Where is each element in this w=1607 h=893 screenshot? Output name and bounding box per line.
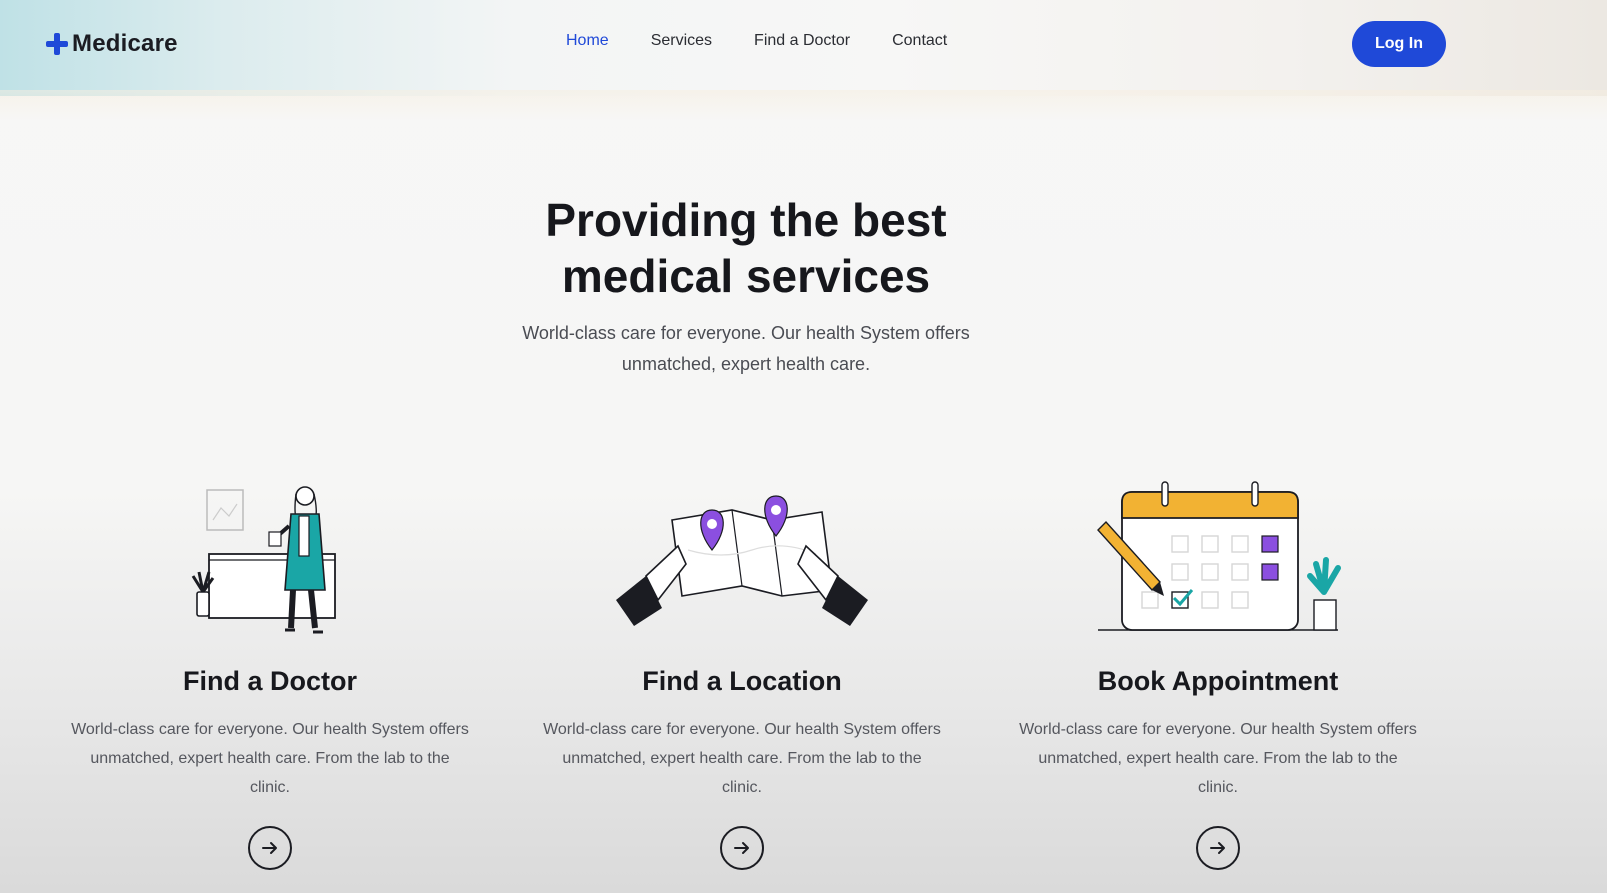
card-text: World-class care for everyone. Our healt… [1019,721,1417,796]
book-appointment-arrow-button[interactable] [1196,826,1240,870]
map-location-illustration [522,470,962,640]
card-find-a-location: Find a Location World-class care for eve… [522,470,962,870]
card-book-appointment: Book Appointment World-class care for ev… [998,470,1438,870]
arrow-right-icon [734,842,749,854]
card-text: World-class care for everyone. Our healt… [543,721,941,796]
calendar-appointment-illustration [998,470,1438,640]
medical-cross-icon [46,33,68,55]
card-title: Find a Doctor [183,666,357,696]
header-fade [0,90,1607,120]
card-text: World-class care for everyone. Our healt… [71,721,469,796]
nav-services[interactable]: Services [651,32,712,50]
hero-subtitle: World-class care for everyone. Our healt… [470,318,1022,380]
nav-contact[interactable]: Contact [892,32,947,50]
card-title: Find a Location [642,666,842,696]
main-nav: Home Services Find a Doctor Contact [566,32,947,50]
brand-name: Medicare [72,30,178,57]
arrow-right-icon [1210,842,1225,854]
card-title: Book Appointment [1097,666,1339,696]
find-location-arrow-button[interactable] [720,826,764,870]
hero-subtitle-line-2: unmatched, expert health care. [621,354,871,374]
find-doctor-arrow-button[interactable] [248,826,292,870]
hero-title: Providing the best medical services [400,192,1092,304]
nav-find-a-doctor[interactable]: Find a Doctor [754,32,850,50]
card-find-a-doctor: Find a Doctor World-class care for every… [50,470,490,870]
hero-title-line-1: Providing the best [545,194,947,246]
doctor-illustration [50,470,490,640]
nav-home[interactable]: Home [566,32,609,50]
hero-title-line-2: medical services [561,250,931,302]
arrow-right-icon [262,842,277,854]
brand-logo[interactable]: Medicare [46,28,178,60]
login-button[interactable]: Log In [1352,21,1446,67]
hero-subtitle-line-1: World-class care for everyone. Our healt… [522,323,970,343]
